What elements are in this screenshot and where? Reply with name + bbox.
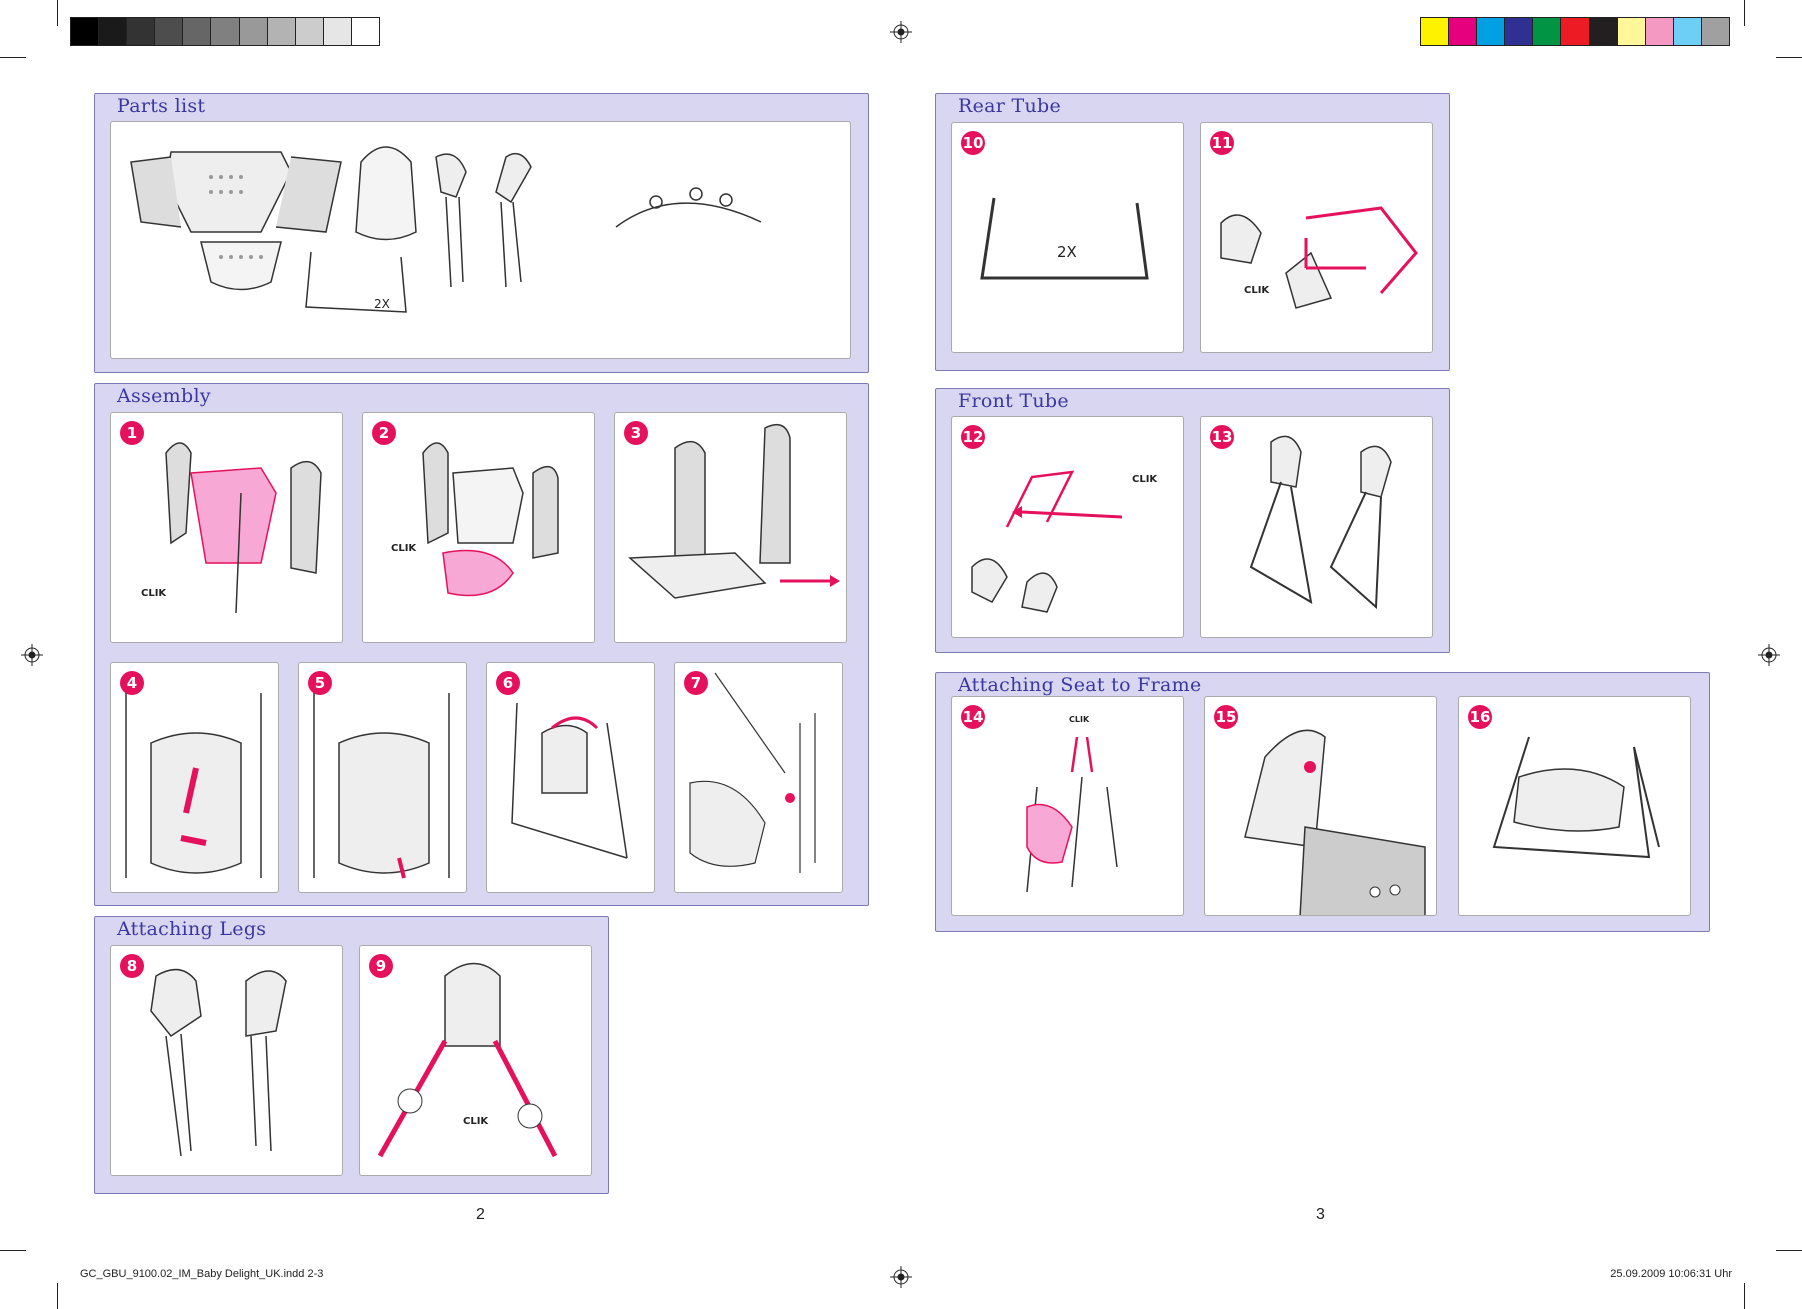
step-card: 12 CLIK (951, 416, 1184, 638)
step-card: 16 (1458, 696, 1691, 916)
step-card: 4 (110, 662, 279, 893)
crop-mark (0, 57, 26, 58)
step-card: 5 (298, 662, 467, 893)
attaching-seat-title: Attaching Seat to Frame (958, 674, 1202, 696)
step-card: 9 CLIK (359, 945, 592, 1176)
color-swatch (1645, 18, 1674, 45)
front-tube-panel: Front Tube 12 CLIK 13 (935, 388, 1450, 653)
crop-mark (1776, 57, 1802, 58)
color-swatch (267, 18, 296, 45)
rear-tube-title: Rear Tube (958, 95, 1062, 117)
parts-list-title: Parts list (117, 95, 206, 117)
parts-list-card: 2X (110, 121, 851, 359)
step-card: 3 (614, 412, 847, 643)
color-swatch (351, 18, 380, 45)
footer-filename: GC_GBU_9100.02_IM_Baby Delight_UK.indd 2… (80, 1268, 324, 1280)
color-swatch (1533, 18, 1562, 45)
clik-label: CLIK (1244, 285, 1270, 296)
rear-tube-2x-label: 2X (1057, 243, 1077, 261)
registration-target-icon (890, 1266, 912, 1288)
step-card: 7 (674, 662, 843, 893)
color-swatch (1701, 18, 1730, 45)
crop-mark (1776, 1250, 1802, 1251)
assembly-title: Assembly (117, 385, 211, 407)
color-swatch (239, 18, 268, 45)
step-4-illustration (125, 693, 262, 878)
color-swatch (1421, 18, 1450, 45)
step-6-illustration (511, 702, 628, 859)
attaching-legs-panel: Attaching Legs 8 9 CLIK (94, 916, 609, 1194)
crop-mark (57, 1283, 58, 1309)
crop-mark (0, 1250, 26, 1251)
page-number-left: 2 (476, 1206, 485, 1223)
color-swatch (183, 18, 212, 45)
color-swatch (1505, 18, 1534, 45)
page-number-right: 3 (1316, 1206, 1325, 1223)
rear-tube-panel: Rear Tube 10 2X 11 CLIK (935, 93, 1450, 371)
grayscale-bar (70, 17, 380, 46)
step-2-illustration (422, 442, 559, 597)
step-13-illustration (1249, 435, 1392, 610)
color-swatch (323, 18, 352, 45)
step-10-illustration (980, 197, 1149, 280)
step-card: 14 CLIK (951, 696, 1184, 916)
attaching-seat-panel: Attaching Seat to Frame 14 CLIK 15 16 (935, 672, 1710, 932)
assembly-panel: Assembly 1 CLIK 2 CLIK 3 4 5 6 7 (94, 383, 869, 906)
clik-label: CLIK (1069, 715, 1090, 724)
step-16-illustration (1492, 736, 1660, 859)
clik-label: CLIK (463, 1116, 489, 1127)
color-swatch (71, 18, 100, 45)
registration-target-icon (21, 644, 43, 666)
color-swatch (155, 18, 184, 45)
step-card: 2 CLIK (362, 412, 595, 643)
color-swatch (295, 18, 324, 45)
step-card: 1 CLIK (110, 412, 343, 643)
step-1-illustration (165, 442, 322, 614)
step-card: 13 (1200, 416, 1433, 638)
color-swatch (1617, 18, 1646, 45)
color-swatch (1449, 18, 1478, 45)
step-card: 11 CLIK (1200, 122, 1433, 353)
color-swatch (99, 18, 128, 45)
step-card: 10 2X (951, 122, 1184, 353)
step-9-illustration (377, 962, 558, 1158)
color-swatch (127, 18, 156, 45)
clik-label: CLIK (1132, 474, 1158, 485)
parts-2x-label: 2X (374, 297, 390, 311)
step-card: 15 (1204, 696, 1437, 916)
crop-mark (57, 0, 58, 26)
color-swatch (1589, 18, 1618, 45)
step-14-illustration (1026, 736, 1118, 893)
crop-mark (1744, 0, 1745, 26)
parts-illustration (130, 146, 762, 313)
front-tube-title: Front Tube (958, 390, 1069, 412)
step-11-illustration (1220, 206, 1418, 309)
crop-mark (1744, 1283, 1745, 1309)
color-bar (1420, 17, 1730, 46)
attaching-legs-title: Attaching Legs (117, 918, 267, 940)
color-swatch (211, 18, 240, 45)
color-swatch (1673, 18, 1702, 45)
footer-timestamp: 25.09.2009 10:06:31 Uhr (1610, 1268, 1732, 1280)
registration-target-icon (1758, 644, 1780, 666)
step-card: 6 (486, 662, 655, 893)
step-3-illustration (628, 423, 840, 599)
color-swatch (1561, 18, 1590, 45)
step-15-illustration (1244, 729, 1426, 915)
clik-label: CLIK (141, 588, 167, 599)
registration-target-icon (890, 21, 912, 43)
step-8-illustration (150, 968, 287, 1157)
step-5-illustration (313, 693, 450, 879)
step-7-illustration (689, 672, 816, 873)
parts-list-panel: Parts list 2X (94, 93, 869, 373)
color-swatch (1477, 18, 1506, 45)
clik-label: CLIK (391, 543, 417, 554)
step-card: 8 (110, 945, 343, 1176)
step-12-illustration (971, 470, 1123, 613)
